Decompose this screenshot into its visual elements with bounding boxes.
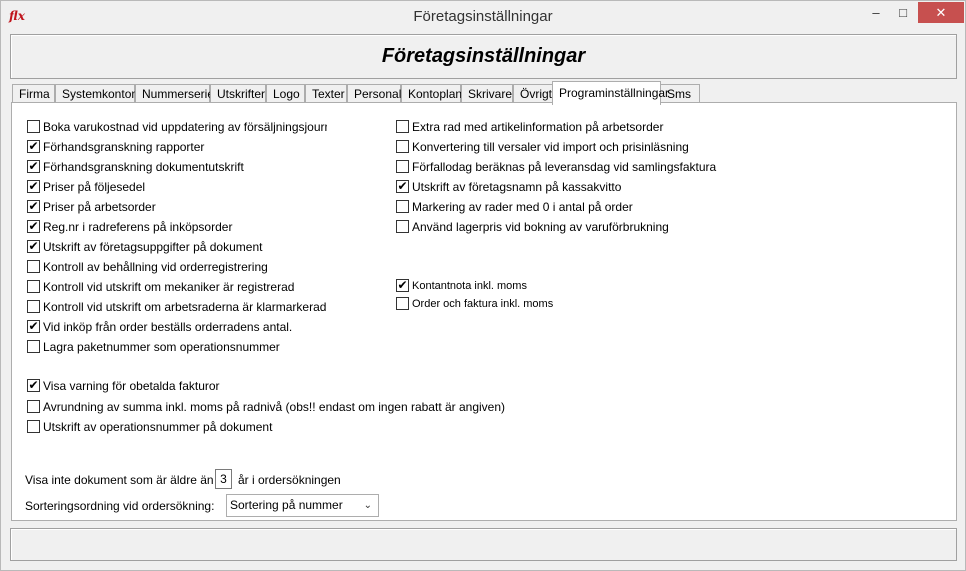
option-label: Lagra paketnummer som operationsnummer bbox=[43, 340, 280, 354]
checkbox[interactable] bbox=[396, 200, 409, 213]
tab-systemkonton[interactable]: Systemkonton bbox=[55, 84, 138, 104]
option-label: Extra rad med artikelinformation på arbe… bbox=[412, 120, 664, 134]
tab-firma[interactable]: Firma bbox=[12, 84, 55, 104]
option-label: Använd lagerpris vid bokning av varuförb… bbox=[412, 220, 669, 234]
checkbox-checked[interactable]: ✔ bbox=[27, 160, 40, 173]
sort-order-value: Sortering på nummer bbox=[230, 498, 343, 512]
header-panel: Företagsinställningar bbox=[10, 34, 957, 79]
checkbox-checked[interactable]: ✔ bbox=[27, 320, 40, 333]
checkbox-checked[interactable]: ✔ bbox=[27, 220, 40, 233]
option-label: Avrundning av summa inkl. moms på radniv… bbox=[43, 400, 506, 414]
option-label: Förhandsgranskning rapporter bbox=[43, 140, 205, 154]
status-bar bbox=[10, 528, 957, 561]
checkbox[interactable] bbox=[396, 297, 409, 310]
option-label: Priser på följesedel bbox=[43, 180, 146, 194]
tab-texter[interactable]: Texter bbox=[305, 84, 347, 104]
option-label: Order och faktura inkl. moms bbox=[412, 298, 554, 310]
years-filter-prefix: Visa inte dokument som är äldre än bbox=[25, 473, 214, 487]
tab-kontoplan[interactable]: Kontoplan bbox=[401, 84, 462, 104]
checkbox[interactable] bbox=[396, 220, 409, 233]
years-input[interactable]: 3 bbox=[215, 469, 232, 489]
option-label: Boka varukostnad vid uppdatering av förs… bbox=[43, 120, 327, 134]
option-label: Visa varning för obetalda fakturor bbox=[43, 379, 220, 393]
tab-utskrifter[interactable]: Utskrifter bbox=[210, 84, 266, 104]
years-filter-suffix: år i ordersökningen bbox=[238, 473, 341, 487]
checkbox[interactable] bbox=[27, 420, 40, 433]
option-label: Kontroll vid utskrift om arbetsraderna ä… bbox=[43, 300, 327, 314]
option-label: Förhandsgranskning dokumentutskrift bbox=[43, 160, 244, 174]
option-label: Kontantnota inkl. moms bbox=[412, 280, 527, 292]
option-check-work-rows-done[interactable]: Kontroll vid utskrift om arbetsraderna ä… bbox=[27, 299, 327, 315]
checkbox[interactable] bbox=[27, 400, 40, 413]
page-title: Företagsinställningar bbox=[381, 45, 586, 67]
checkbox-checked[interactable]: ✔ bbox=[27, 140, 40, 153]
tab-skrivare[interactable]: Skrivare bbox=[461, 84, 513, 104]
checkbox-checked[interactable]: ✔ bbox=[27, 240, 40, 253]
title-bar[interactable]: flx Företagsinställningar – □ ✕ bbox=[1, 1, 965, 31]
window-title: Företagsinställningar bbox=[413, 8, 553, 25]
tab-personal[interactable]: Personal bbox=[347, 84, 401, 104]
checkbox-checked[interactable]: ✔ bbox=[27, 200, 40, 213]
option-label: Utskrift av operationsnummer på dokument bbox=[43, 420, 273, 434]
checkbox[interactable] bbox=[396, 160, 409, 173]
option-label: Kontroll av behållning vid orderregistre… bbox=[43, 260, 268, 274]
chevron-down-icon: ⌄ bbox=[363, 500, 372, 511]
checkbox[interactable] bbox=[396, 140, 409, 153]
checkbox-checked[interactable]: ✔ bbox=[396, 279, 409, 292]
maximize-button[interactable]: □ bbox=[890, 2, 916, 23]
checkbox-checked[interactable]: ✔ bbox=[27, 180, 40, 193]
option-label: Utskrift av företagsnamn på kassakvitto bbox=[412, 180, 622, 194]
option-label: Konvertering till versaler vid import oc… bbox=[412, 140, 689, 154]
checkbox-checked[interactable]: ✔ bbox=[27, 379, 40, 392]
checkbox[interactable] bbox=[27, 120, 40, 133]
checkbox[interactable] bbox=[27, 340, 40, 353]
sort-order-label: Sorteringsordning vid ordersökning: bbox=[25, 499, 215, 513]
checkbox[interactable] bbox=[396, 120, 409, 133]
option-label: Kontroll vid utskrift om mekaniker är re… bbox=[43, 280, 295, 294]
close-button[interactable]: ✕ bbox=[918, 2, 964, 23]
option-label: Utskrift av företagsuppgifter på dokumen… bbox=[43, 240, 263, 254]
tab-programinstallningar[interactable]: Programinställningar bbox=[552, 81, 669, 105]
tab-logo[interactable]: Logo bbox=[266, 84, 305, 104]
option-label: Markering av rader med 0 i antal på orde… bbox=[412, 200, 633, 214]
option-label: Förfallodag beräknas på leveransdag vid … bbox=[412, 160, 717, 174]
option-label: Vid inköp från order beställs orderraden… bbox=[43, 320, 293, 334]
checkbox[interactable] bbox=[27, 280, 40, 293]
checkbox-checked[interactable]: ✔ bbox=[396, 180, 409, 193]
sort-order-select[interactable]: Sortering på nummer ⌄ bbox=[226, 494, 379, 517]
settings-window: flx Företagsinställningar – □ ✕ Företags… bbox=[0, 0, 966, 571]
tab-ovrigt[interactable]: Övrigt bbox=[513, 84, 553, 104]
option-label: Reg.nr i radreferens på inköpsorder bbox=[43, 220, 233, 234]
option-due-date-from-delivery[interactable]: Förfallodag beräknas på leveransdag vid … bbox=[396, 159, 726, 175]
option-label: Priser på arbetsorder bbox=[43, 200, 156, 214]
tab-nummerserier[interactable]: Nummerserier bbox=[135, 84, 218, 104]
checkbox[interactable] bbox=[27, 300, 40, 313]
program-settings-panel: Boka varukostnad vid uppdatering av förs… bbox=[11, 102, 957, 521]
option-book-cost-on-journal-update[interactable]: Boka varukostnad vid uppdatering av förs… bbox=[27, 119, 327, 135]
checkbox[interactable] bbox=[27, 260, 40, 273]
minimize-button[interactable]: – bbox=[863, 2, 889, 23]
